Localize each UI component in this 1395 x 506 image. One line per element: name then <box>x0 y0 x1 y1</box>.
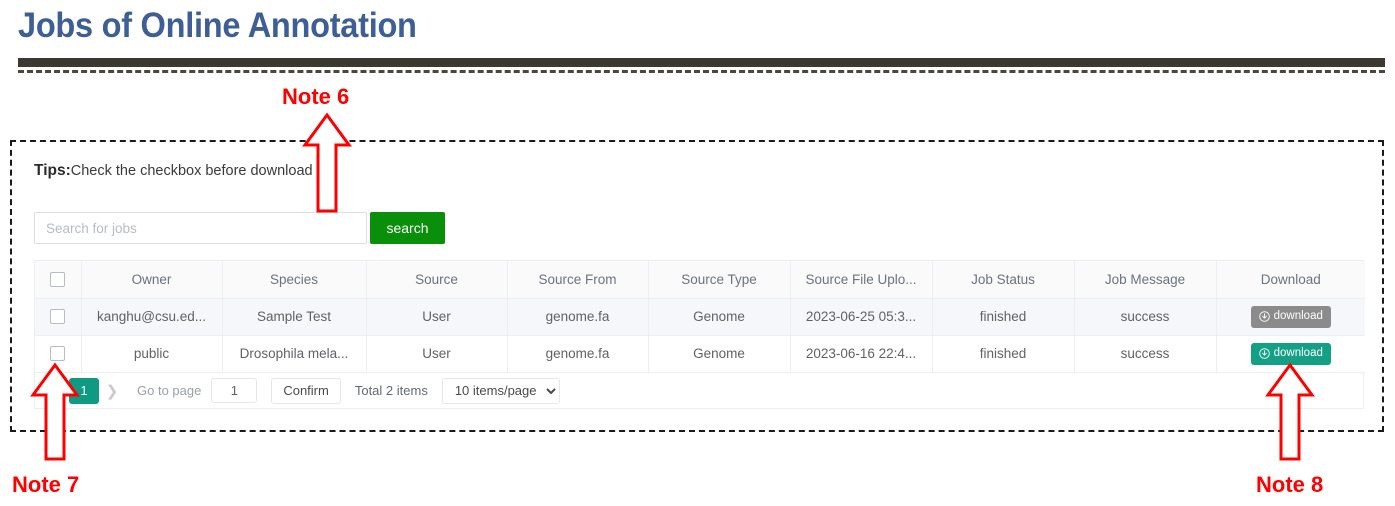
cell-species: Drosophila mela... <box>222 335 367 373</box>
page-title: Jobs of Online Annotation <box>18 6 417 45</box>
row-select-cell <box>35 298 82 336</box>
table-row[interactable]: kanghu@csu.ed... Sample Test User genome… <box>35 298 1365 336</box>
column-header-owner[interactable]: Owner <box>81 261 223 299</box>
cell-download: download <box>1216 298 1365 336</box>
goto-page-label: Go to page <box>137 383 202 398</box>
page-size-select[interactable]: 10 items/page <box>441 377 560 404</box>
next-page-icon[interactable]: ❯ <box>99 378 125 404</box>
cell-source: User <box>366 298 508 336</box>
table-header-row: Owner Species Source Source From Source … <box>35 261 1365 299</box>
column-header-job-message[interactable]: Job Message <box>1074 261 1217 299</box>
total-items-label: Total 2 items <box>354 383 428 398</box>
cell-owner: public <box>81 335 223 373</box>
download-icon <box>1258 311 1270 322</box>
cell-upload-time: 2023-06-16 22:4... <box>790 335 933 373</box>
cell-job-message: success <box>1074 335 1217 373</box>
cell-job-status: finished <box>932 298 1075 336</box>
row-checkbox[interactable] <box>50 309 66 325</box>
column-header-source-type[interactable]: Source Type <box>648 261 791 299</box>
column-header-download[interactable]: Download <box>1216 261 1365 299</box>
jobs-panel: Tips:Check the checkbox before download … <box>10 140 1384 432</box>
goto-page-input[interactable] <box>211 378 258 403</box>
jobs-table: Owner Species Source Source From Source … <box>35 261 1365 373</box>
confirm-button[interactable]: Confirm <box>271 377 341 404</box>
download-button[interactable]: download <box>1250 305 1331 328</box>
cell-owner: kanghu@csu.ed... <box>81 298 223 336</box>
cell-job-message: success <box>1074 298 1217 336</box>
search-input[interactable] <box>34 212 367 244</box>
cell-job-status: finished <box>932 335 1075 373</box>
note-7-label: Note 7 <box>12 472 80 497</box>
cell-source-from: genome.fa <box>507 335 649 373</box>
tips-line: Tips:Check the checkbox before download <box>34 162 313 180</box>
note-7-arrow-icon <box>30 362 80 461</box>
title-dashed-rule <box>18 70 1385 73</box>
cell-source-type: Genome <box>648 298 791 336</box>
table-row[interactable]: public Drosophila mela... User genome.fa… <box>35 335 1365 373</box>
search-bar: search <box>34 212 445 244</box>
pagination-bar: ❮ 1 ❯ Go to page Confirm Total 2 items 1… <box>34 373 1364 409</box>
column-header-job-status[interactable]: Job Status <box>932 261 1075 299</box>
note-6-label: Note 6 <box>282 84 350 109</box>
download-button-label: download <box>1273 346 1323 359</box>
row-checkbox[interactable] <box>50 346 66 362</box>
column-header-upload-time[interactable]: Source File Uplo... <box>790 261 933 299</box>
select-all-checkbox[interactable] <box>50 272 66 288</box>
column-header-species[interactable]: Species <box>222 261 367 299</box>
search-button[interactable]: search <box>370 212 445 244</box>
column-header-source[interactable]: Source <box>366 261 508 299</box>
tips-text: Check the checkbox before download <box>70 163 313 179</box>
cell-upload-time: 2023-06-25 05:3... <box>790 298 933 336</box>
title-rule-bar <box>18 58 1385 67</box>
jobs-table-container: Owner Species Source Source From Source … <box>34 260 1365 373</box>
cell-source-from: genome.fa <box>507 298 649 336</box>
note-6-arrow-icon <box>302 112 352 213</box>
note-8-arrow-icon <box>1265 362 1315 461</box>
note-8-label: Note 8 <box>1256 472 1324 497</box>
column-header-source-from[interactable]: Source From <box>507 261 649 299</box>
tips-label: Tips: <box>34 162 71 179</box>
cell-source: User <box>366 335 508 373</box>
cell-species: Sample Test <box>222 298 367 336</box>
cell-source-type: Genome <box>648 335 791 373</box>
select-all-header <box>35 261 82 299</box>
screenshot-root: Jobs of Online Annotation Tips:Check the… <box>0 0 1395 506</box>
download-button-label: download <box>1273 309 1323 322</box>
download-icon <box>1258 348 1270 359</box>
